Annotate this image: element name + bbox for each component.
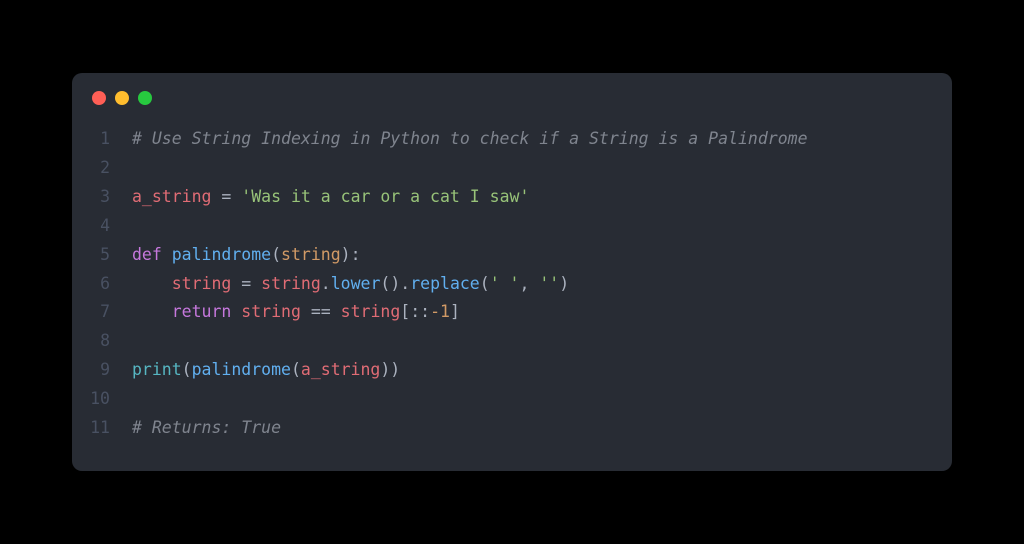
code-token: ( bbox=[291, 360, 301, 379]
code-token bbox=[162, 245, 172, 264]
line-content: string = string.lower().replace(' ', '') bbox=[132, 270, 569, 299]
code-token: ] bbox=[450, 302, 460, 321]
code-token: 'Was it a car or a cat I saw' bbox=[241, 187, 529, 206]
code-token: '' bbox=[539, 274, 559, 293]
line-number: 9 bbox=[72, 356, 132, 385]
code-token: (). bbox=[380, 274, 410, 293]
line-content: # Returns: True bbox=[132, 414, 281, 443]
code-token: ): bbox=[341, 245, 361, 264]
code-line: 10 bbox=[72, 385, 952, 414]
code-token: . bbox=[321, 274, 331, 293]
line-number: 11 bbox=[72, 414, 132, 443]
code-window: 1# Use String Indexing in Python to chec… bbox=[72, 73, 952, 471]
code-line: 1# Use String Indexing in Python to chec… bbox=[72, 125, 952, 154]
code-token bbox=[231, 187, 241, 206]
code-token bbox=[251, 274, 261, 293]
code-line: 11# Returns: True bbox=[72, 414, 952, 443]
code-token: # Returns: True bbox=[132, 418, 281, 437]
code-token: palindrome bbox=[192, 360, 291, 379]
code-line: 5def palindrome(string): bbox=[72, 241, 952, 270]
line-content: a_string = 'Was it a car or a cat I saw' bbox=[132, 183, 529, 212]
code-token: # Use String Indexing in Python to check… bbox=[132, 129, 808, 148]
code-token bbox=[132, 274, 172, 293]
code-token bbox=[331, 302, 341, 321]
code-token: return bbox=[172, 302, 232, 321]
code-token: ' ' bbox=[490, 274, 520, 293]
code-token: string bbox=[341, 302, 401, 321]
line-number: 8 bbox=[72, 327, 132, 356]
line-number: 1 bbox=[72, 125, 132, 154]
code-token: ( bbox=[182, 360, 192, 379]
code-token: palindrome bbox=[172, 245, 271, 264]
code-line: 7 return string == string[::-1] bbox=[72, 298, 952, 327]
code-token bbox=[211, 187, 221, 206]
line-content: # Use String Indexing in Python to check… bbox=[132, 125, 808, 154]
code-token: ) bbox=[559, 274, 569, 293]
line-content: return string == string[::-1] bbox=[132, 298, 460, 327]
line-content: print(palindrome(a_string)) bbox=[132, 356, 400, 385]
line-number: 5 bbox=[72, 241, 132, 270]
code-token: = bbox=[241, 274, 251, 293]
window-titlebar bbox=[72, 73, 952, 117]
code-token: string bbox=[281, 245, 341, 264]
line-number: 7 bbox=[72, 298, 132, 327]
line-number: 2 bbox=[72, 154, 132, 183]
code-token: = bbox=[221, 187, 231, 206]
code-token: == bbox=[311, 302, 331, 321]
code-token: , bbox=[520, 274, 540, 293]
code-line: 8 bbox=[72, 327, 952, 356]
code-token bbox=[301, 302, 311, 321]
code-token bbox=[231, 274, 241, 293]
code-editor: 1# Use String Indexing in Python to chec… bbox=[72, 117, 952, 443]
code-token: ( bbox=[271, 245, 281, 264]
code-token: [:: bbox=[400, 302, 430, 321]
code-line: 9print(palindrome(a_string)) bbox=[72, 356, 952, 385]
code-token: ( bbox=[480, 274, 490, 293]
code-token: string bbox=[261, 274, 321, 293]
line-number: 10 bbox=[72, 385, 132, 414]
code-token bbox=[231, 302, 241, 321]
code-token: string bbox=[172, 274, 232, 293]
code-token: string bbox=[241, 302, 301, 321]
code-token: )) bbox=[380, 360, 400, 379]
line-number: 3 bbox=[72, 183, 132, 212]
code-line: 2 bbox=[72, 154, 952, 183]
line-number: 4 bbox=[72, 212, 132, 241]
code-token: a_string bbox=[132, 187, 211, 206]
line-number: 6 bbox=[72, 270, 132, 299]
code-line: 6 string = string.lower().replace(' ', '… bbox=[72, 270, 952, 299]
code-token: -1 bbox=[430, 302, 450, 321]
code-token: replace bbox=[410, 274, 480, 293]
code-line: 3a_string = 'Was it a car or a cat I saw… bbox=[72, 183, 952, 212]
line-content: def palindrome(string): bbox=[132, 241, 361, 270]
minimize-icon[interactable] bbox=[115, 91, 129, 105]
code-token: def bbox=[132, 245, 162, 264]
code-token: print bbox=[132, 360, 182, 379]
code-token: lower bbox=[331, 274, 381, 293]
code-token bbox=[132, 302, 172, 321]
maximize-icon[interactable] bbox=[138, 91, 152, 105]
close-icon[interactable] bbox=[92, 91, 106, 105]
code-line: 4 bbox=[72, 212, 952, 241]
code-token: a_string bbox=[301, 360, 380, 379]
